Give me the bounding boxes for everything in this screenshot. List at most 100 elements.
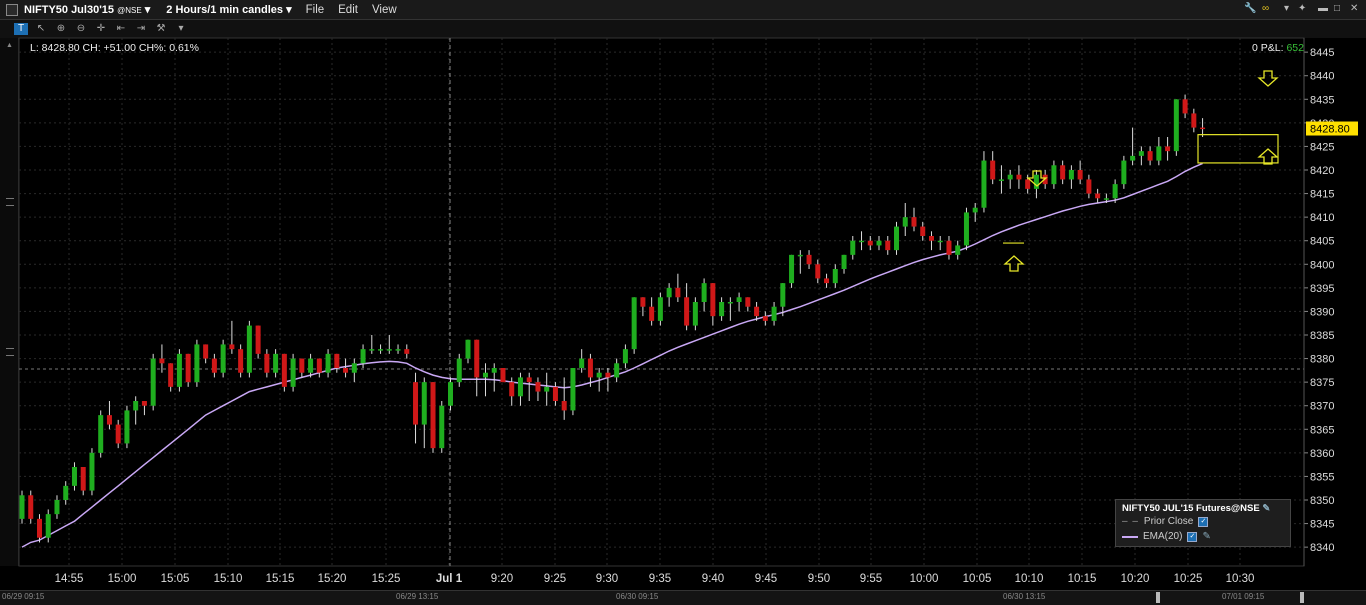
candle-body (413, 382, 419, 425)
candle (386, 335, 392, 354)
candle (1051, 160, 1057, 189)
candle-body (561, 401, 567, 411)
candle (203, 344, 209, 364)
pnl-readout: 0 P&L: 652 (1252, 42, 1304, 54)
candle-body (806, 254, 812, 265)
ema-checkbox[interactable]: ✓ (1187, 531, 1198, 542)
y-tick-label: 8395 (1310, 283, 1334, 295)
y-tick-label: 8375 (1310, 377, 1334, 389)
candle-body (168, 363, 174, 387)
candle-body (343, 368, 349, 373)
candle (745, 297, 751, 312)
candle-body (701, 283, 707, 302)
candle-body (946, 240, 952, 255)
candle (448, 377, 454, 411)
candle-body (229, 344, 235, 350)
candle (63, 481, 69, 505)
candle-body (351, 363, 357, 373)
candle-body (1051, 165, 1057, 185)
candle-body (308, 358, 314, 373)
candle (141, 401, 147, 416)
candle (246, 320, 252, 378)
candle-body (89, 452, 95, 491)
x-tick-label: 9:25 (544, 573, 566, 585)
candle-body (535, 382, 541, 392)
candle-body (666, 287, 672, 298)
candle (124, 405, 130, 449)
x-tick-label: 15:10 (214, 573, 243, 585)
x-tick-label: 15:20 (318, 573, 347, 585)
y-tick-label: 8380 (1310, 354, 1334, 366)
candle (517, 372, 523, 406)
nav-handle-right[interactable] (1300, 592, 1304, 603)
candle (273, 349, 279, 378)
y-tick-label: 8385 (1310, 330, 1334, 342)
candle-body (334, 353, 340, 368)
x-tick-label: 14:55 (55, 573, 84, 585)
x-tick-label: 9:55 (860, 573, 882, 585)
candle (885, 236, 891, 255)
legend-prior-close[interactable]: – – Prior Close ✓ (1122, 516, 1209, 527)
candle-body (273, 353, 279, 373)
pnl-label: 0 P&L: (1252, 42, 1284, 54)
candle-body (456, 358, 462, 383)
candle-body (1130, 155, 1136, 161)
candle (1060, 160, 1066, 185)
candle (115, 419, 121, 449)
x-tick-label: 10:20 (1121, 573, 1150, 585)
legend-title: NIFTY50 JUL'15 Futures@NSE ✎ (1122, 503, 1271, 514)
candle (71, 462, 77, 491)
candle (106, 401, 112, 430)
x-tick-label: 10:30 (1226, 573, 1255, 585)
candle (622, 344, 628, 368)
y-tick-label: 8440 (1310, 71, 1334, 83)
candle-body (902, 217, 908, 227)
candle (841, 254, 847, 274)
candle (526, 372, 532, 401)
candle (229, 320, 235, 354)
candle-body (780, 283, 786, 307)
candle-body (325, 353, 331, 373)
candle (54, 495, 60, 519)
candle (990, 151, 996, 185)
prior-close-checkbox[interactable]: ✓ (1198, 516, 1209, 527)
candle-body (981, 160, 987, 208)
candle-body (45, 514, 51, 538)
candle (666, 283, 672, 307)
y-tick-label: 8360 (1310, 448, 1334, 460)
y-tick-label: 8390 (1310, 306, 1334, 318)
candle-body (719, 302, 725, 317)
candle (413, 372, 419, 444)
candle (867, 236, 873, 251)
candle (710, 283, 716, 326)
candle-body (1007, 174, 1013, 180)
candle-body (1112, 184, 1118, 199)
candle-body (1016, 174, 1022, 180)
y-tick-label: 8350 (1310, 495, 1334, 507)
pnl-value: 652 (1286, 42, 1304, 54)
x-tick-label: 9:35 (649, 573, 671, 585)
candle-body (998, 179, 1004, 181)
candle (80, 467, 86, 496)
candle (45, 509, 51, 543)
y-tick-label: 8400 (1310, 259, 1334, 271)
y-tick-label: 8420 (1310, 165, 1334, 177)
x-tick-label: 15:00 (108, 573, 137, 585)
candle-body (815, 264, 821, 279)
time-navigator[interactable]: 06/29 09:15 06/29 13:15 06/30 09:15 06/3… (0, 590, 1366, 605)
candle-body (1121, 160, 1127, 185)
chart-legend[interactable]: NIFTY50 JUL'15 Futures@NSE ✎ – – Prior C… (1115, 499, 1291, 547)
candle-body (824, 278, 830, 284)
candle (185, 353, 191, 387)
candle (736, 292, 742, 312)
nav-handle-left[interactable] (1156, 592, 1160, 603)
candle (762, 311, 768, 326)
candle (876, 236, 882, 251)
candle-body (1060, 165, 1066, 180)
candle-body (98, 415, 104, 453)
candle-body (133, 401, 139, 411)
candle (220, 339, 226, 378)
legend-ema[interactable]: EMA(20) ✓ ✎ (1122, 531, 1211, 542)
x-tick-label: 10:10 (1015, 573, 1044, 585)
edit-icon[interactable]: ✎ (1202, 531, 1210, 542)
